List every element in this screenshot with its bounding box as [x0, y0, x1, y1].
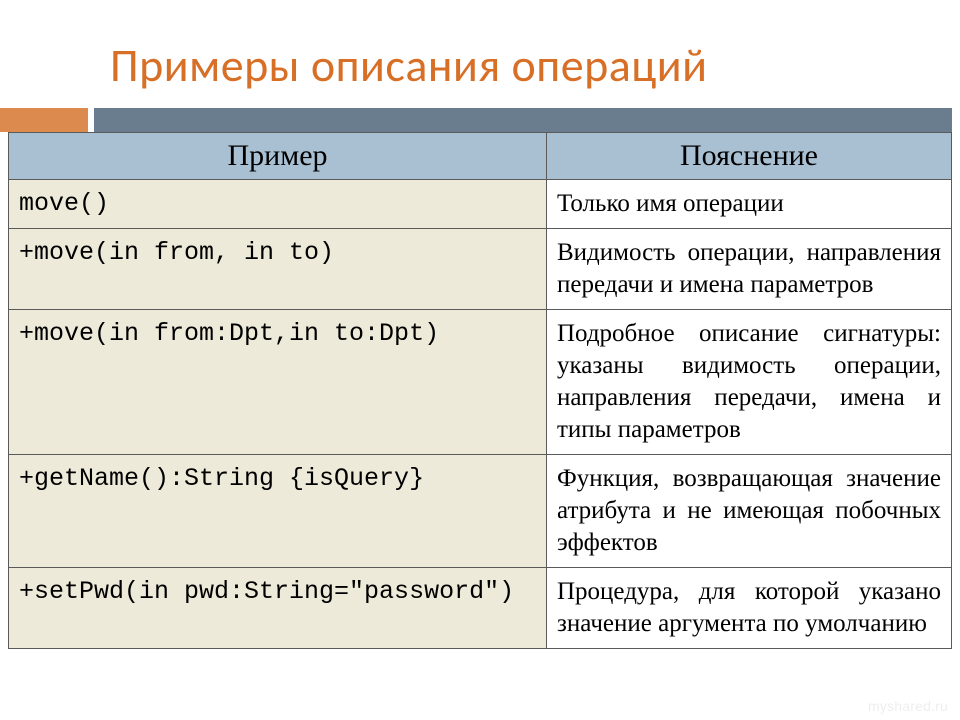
divider	[0, 108, 960, 132]
header-example: Пример	[9, 133, 547, 180]
header-desc: Пояснение	[547, 133, 952, 180]
cell-example: +getName():String {isQuery}	[9, 455, 547, 568]
table-row: +setPwd(in pwd:String="password") Процед…	[9, 568, 952, 649]
table-row: move() Только имя операции	[9, 180, 952, 229]
cell-example: +move(in from:Dpt,in to:Dpt)	[9, 310, 547, 455]
watermark: myshared.ru	[868, 698, 948, 714]
operations-table: Пример Пояснение move() Только имя опера…	[8, 132, 952, 649]
cell-example: +setPwd(in pwd:String="password")	[9, 568, 547, 649]
cell-desc: Функция, возвращающая значение атрибута …	[547, 455, 952, 568]
cell-desc: Подробное описание сигнатуры: указаны ви…	[547, 310, 952, 455]
cell-example: +move(in from, in to)	[9, 229, 547, 310]
cell-desc: Видимость операции, направления передачи…	[547, 229, 952, 310]
slide: Примеры описания операций Пример Пояснен…	[0, 0, 960, 720]
table-row: +move(in from, in to) Видимость операции…	[9, 229, 952, 310]
table-row: +move(in from:Dpt,in to:Dpt) Подробное о…	[9, 310, 952, 455]
cell-desc: Только имя операции	[547, 180, 952, 229]
cell-desc: Процедура, для которой указано значение …	[547, 568, 952, 649]
table-row: +getName():String {isQuery} Функция, воз…	[9, 455, 952, 568]
table-header-row: Пример Пояснение	[9, 133, 952, 180]
accent-bar	[94, 108, 952, 132]
slide-title: Примеры описания операций	[0, 0, 960, 104]
accent-block	[0, 108, 88, 132]
cell-example: move()	[9, 180, 547, 229]
